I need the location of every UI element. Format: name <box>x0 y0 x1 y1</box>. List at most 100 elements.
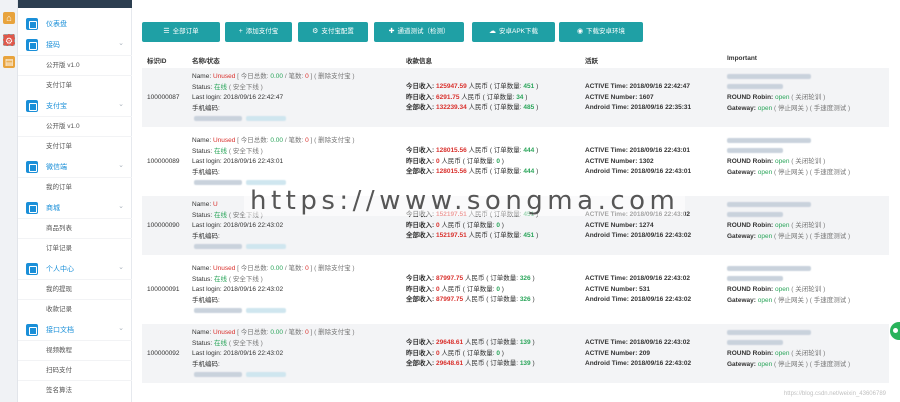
sidebar-item[interactable]: 收款记录 <box>18 299 132 319</box>
row-id: 100000091 <box>147 286 180 293</box>
today-income-orders: 444 <box>523 147 535 154</box>
chevron-down-icon: ⌄ <box>118 203 124 210</box>
round-robin-status: open <box>775 158 790 165</box>
delete-alipay-link[interactable]: ] ( 删除支付宝 ) <box>309 73 355 80</box>
apk-download-button[interactable]: ☁ 安卓APK下载 <box>472 22 555 42</box>
row-active: ACTIVE Time: 2018/09/16 22:43:02 ACTIVE N… <box>585 274 691 306</box>
gateway-line: Gateway: open ( 停止网关 ) ( 手速度测试 ) <box>727 296 850 307</box>
sidebar-section-docs[interactable]: 接口文档 ⌄ <box>18 320 132 340</box>
add-alipay-button[interactable]: + 添加支付宝 <box>225 22 292 42</box>
file-icon[interactable]: ▤ <box>3 56 15 68</box>
home-icon[interactable]: ⌂ <box>3 12 15 24</box>
today-income-label: 今日收入: <box>406 275 436 282</box>
gateway-actions-link[interactable]: ( 停止网关 ) ( 手速度测试 ) <box>772 361 850 368</box>
delete-alipay-link[interactable]: ] ( 删除支付宝 ) <box>309 265 355 272</box>
column-header-income: 收款信息 <box>406 58 432 65</box>
sidebar-item[interactable]: 支付订单 <box>18 75 132 95</box>
all-income-end: ) <box>534 104 539 111</box>
row-income: 今日收入: 128015.56 人民币 ( 订单数量: 444 ) 昨日收入: 0… <box>406 146 538 178</box>
gateway-actions-link[interactable]: ( 停止网关 ) ( 手速度测试 ) <box>772 169 850 176</box>
close-round-robin-link[interactable]: ( 关闭轮训 ) <box>790 94 825 101</box>
sidebar-section-shop[interactable]: 商城 ⌄ <box>18 198 132 218</box>
sidebar-item[interactable]: 签名算法 <box>18 380 132 400</box>
round-robin-line: ROUND Robin: open ( 关闭轮训 ) <box>727 157 850 168</box>
safe-offline-link[interactable]: ( 安全下线 ) <box>227 148 263 155</box>
settings-icon[interactable]: ⚙ <box>3 34 15 46</box>
sidebar-item[interactable]: 公开版 v1.0 <box>18 55 132 75</box>
sidebar-section-dashboard[interactable]: 仪表盘 <box>18 14 132 34</box>
sidebar-item[interactable]: 公开版 v1.0 <box>18 116 132 136</box>
column-header-name: 名称/状态 <box>192 58 220 65</box>
round-robin-status: open <box>775 350 790 357</box>
sidebar-item[interactable]: 支付订单 <box>18 136 132 156</box>
gear-icon: ⚙ <box>312 28 319 35</box>
dashboard-icon <box>26 18 38 30</box>
redacted-text <box>727 329 811 335</box>
today-income-amount: 125947.59 <box>435 83 467 90</box>
safe-offline-link[interactable]: ( 安全下线 ) <box>227 84 263 91</box>
delete-alipay-link[interactable]: ] ( 删除支付宝 ) <box>309 329 355 336</box>
redacted-text <box>727 148 783 154</box>
redacted-line <box>727 72 850 83</box>
close-round-robin-link[interactable]: ( 关闭轮训 ) <box>790 350 825 357</box>
sidebar-item[interactable]: 扫码支付 <box>18 360 132 380</box>
sidebar-section-wechat[interactable]: 微信端 ⌄ <box>18 157 132 177</box>
yesterday-income-end: ) <box>499 285 504 293</box>
row-active: ACTIVE Time: 2018/09/16 22:43:02 ACTIVE N… <box>585 338 691 370</box>
yesterday-income-end: ) <box>499 221 504 229</box>
yesterday-income: 昨日收入: 0 人民币 ( 订单数量: 0 ) <box>406 157 538 168</box>
status-value: 在线 <box>214 83 228 91</box>
sidebar-item[interactable]: 我的订单 <box>18 177 132 197</box>
gateway-line: Gateway: open ( 停止网关 ) ( 手速度测试 ) <box>727 232 850 243</box>
all-income-orders: 444 <box>523 168 535 175</box>
gateway-actions-link[interactable]: ( 停止网关 ) ( 手速度测试 ) <box>772 233 850 240</box>
close-round-robin-link[interactable]: ( 关闭轮训 ) <box>790 222 825 229</box>
sidebar-item[interactable]: 商品列表 <box>18 218 132 238</box>
sidebar-section-alipay[interactable]: 支付宝 ⌄ <box>18 96 132 116</box>
redacted-line <box>727 83 850 94</box>
alipay-config-button[interactable]: ⚙ 支付宝配置 <box>298 22 368 42</box>
gateway-status: open <box>757 360 773 368</box>
sidebar-item[interactable]: 视频教程 <box>18 340 132 360</box>
all-income-amount: 29648.61 <box>435 360 464 367</box>
row-id: 100000090 <box>147 222 180 229</box>
name-today-total: 0.00 <box>270 265 284 272</box>
delete-alipay-link[interactable]: ] ( 删除支付宝 ) <box>309 137 355 144</box>
safe-offline-link[interactable]: ( 安全下线 ) <box>227 276 263 283</box>
channel-test-button[interactable]: ✚ 通道测试（检测） <box>374 22 464 42</box>
close-round-robin-link[interactable]: ( 关闭轮训 ) <box>790 286 825 293</box>
sidebar-item[interactable]: 订单记录 <box>18 238 132 258</box>
yesterday-income-end: ) <box>499 349 504 357</box>
row-important: ROUND Robin: open ( 关闭轮训 ) Gateway: open … <box>727 72 850 114</box>
name-status: Unused <box>212 137 236 144</box>
redacted-text <box>727 73 811 79</box>
gateway-label: Gateway: <box>727 232 758 240</box>
sidebar-section-code[interactable]: 接码 ⌄ <box>18 35 132 55</box>
safe-offline-link[interactable]: ( 安全下线 ) <box>227 340 263 347</box>
all-income-orders: 139 <box>519 360 531 367</box>
gateway-actions-link[interactable]: ( 停止网关 ) ( 手速度测试 ) <box>772 105 850 112</box>
today-income: 今日收入: 87997.75 人民币 ( 订单数量: 326 ) <box>406 274 535 285</box>
status-line: Status: 在线 ( 安全下线 ) <box>192 147 355 158</box>
close-round-robin-link[interactable]: ( 关闭轮训 ) <box>790 158 825 165</box>
all-income-end: ) <box>530 296 535 303</box>
sidebar-section-profile[interactable]: 个人中心 ⌄ <box>18 259 132 279</box>
icon-strip: ⌂ ⚙ ▤ <box>0 0 18 402</box>
name-line: Name: Unused [ 今日总数: 0.00 / 笔数: 0 ] ( 删除… <box>192 328 355 339</box>
today-income: 今日收入: 128015.56 人民币 ( 订单数量: 444 ) <box>406 146 538 157</box>
all-orders-button[interactable]: ☰ 全部订单 <box>142 22 220 42</box>
sidebar-item[interactable]: 我的提现 <box>18 279 132 299</box>
app-root: ⌂ ⚙ ▤ 仪表盘 接码 ⌄ 公开版 v1.0 支付订单 支付宝 ⌄ 公开版 v… <box>0 0 900 402</box>
all-income: 全部收入: 87997.75 人民币 ( 订单数量: 326 ) <box>406 295 535 306</box>
gateway-status: open <box>757 296 773 304</box>
row-name-status: Name: Unused [ 今日总数: 0.00 / 笔数: 0 ] ( 删除… <box>192 136 355 189</box>
yesterday-income: 昨日收入: 0 人民币 ( 订单数量: 0 ) <box>406 221 538 232</box>
redacted-text <box>246 243 286 249</box>
yesterday-income-label: 昨日收入: <box>406 157 436 165</box>
button-label: 支付宝配置 <box>321 28 354 35</box>
gateway-actions-link[interactable]: ( 停止网关 ) ( 手速度测试 ) <box>772 297 850 304</box>
chevron-down-icon: ⌄ <box>118 162 124 169</box>
today-income-unit: 人民币 ( 订单数量: <box>466 147 524 154</box>
name-rest: [ 今日总数: <box>235 329 271 336</box>
android-env-button[interactable]: ◉ 下载安卓环境 <box>559 22 643 42</box>
